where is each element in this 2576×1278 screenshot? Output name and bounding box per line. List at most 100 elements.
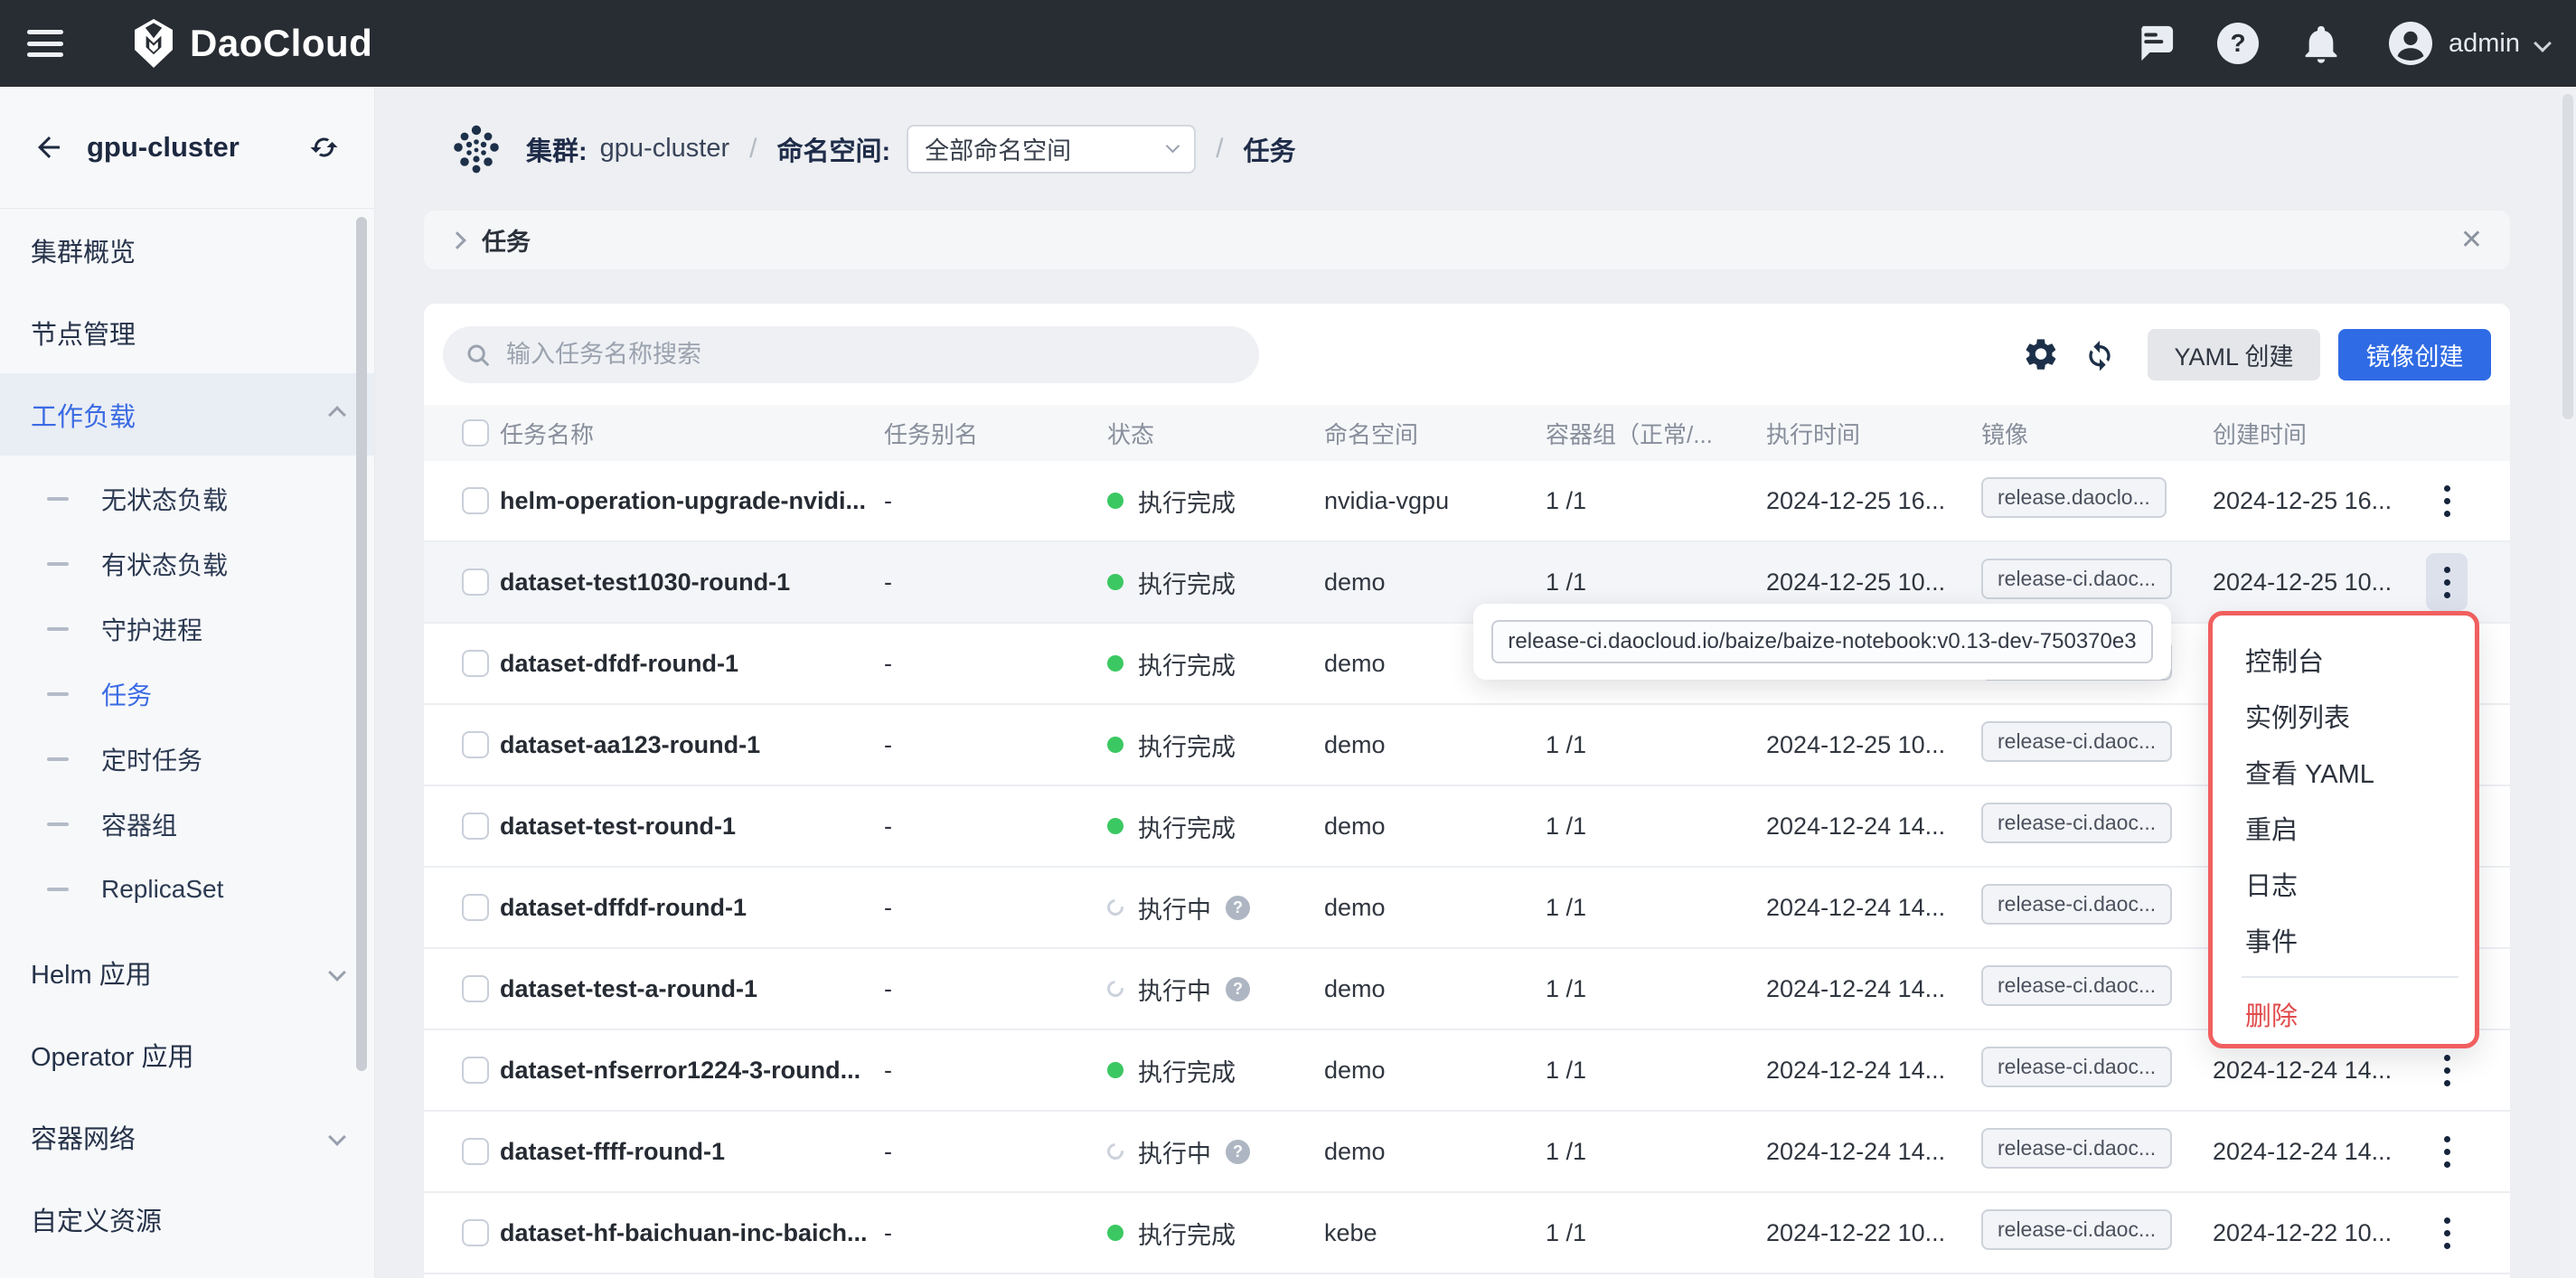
table-row[interactable]: dataset-nfserror1224-3-round...-执行完成demo… <box>424 1030 2510 1112</box>
sidebar-item-3[interactable]: 工作负载 <box>0 373 374 456</box>
status-help-icon[interactable]: ? <box>1226 896 1250 920</box>
brand-logo[interactable]: DaoCloud <box>132 19 372 68</box>
search-input[interactable] <box>506 341 1211 369</box>
row-checkbox[interactable] <box>462 1057 489 1084</box>
row-checkbox[interactable] <box>462 1138 489 1165</box>
image-tag-chip[interactable]: release-ci.daoc... <box>1981 803 2172 843</box>
image-tag-chip[interactable]: release.daoclo... <box>1981 477 2167 518</box>
row-checkbox[interactable] <box>462 813 489 840</box>
sidebar: gpu-cluster 集群概览节点管理工作负载无状态负载有状态负载守护进程任务… <box>0 87 375 1278</box>
image-tag-chip[interactable]: release-ci.daoc... <box>1981 721 2172 762</box>
image-create-button[interactable]: 镜像创建 <box>2338 329 2491 381</box>
row-actions-kebab[interactable] <box>2426 1041 2468 1099</box>
sidebar-item-8[interactable]: 定时任务 <box>0 727 374 792</box>
status-help-icon[interactable]: ? <box>1226 977 1250 1001</box>
task-name[interactable]: dataset-dffdf-round-1 <box>500 894 884 922</box>
table-row[interactable]: dataset-hf-baichuan-inc-baich...-执行完成keb… <box>424 1193 2510 1274</box>
table-row[interactable]: helm-operation-upgrade-nvidi...-执行完成nvid… <box>424 461 2510 542</box>
hamburger-menu-icon[interactable] <box>27 30 63 57</box>
row-actions-kebab[interactable] <box>2426 472 2468 530</box>
sidebar-item-10[interactable]: ReplicaSet <box>0 857 374 922</box>
close-icon[interactable]: ✕ <box>2460 227 2483 254</box>
window-scrollbar-track[interactable] <box>2560 87 2576 1278</box>
row-actions-kebab[interactable] <box>2426 1123 2468 1180</box>
table-body: helm-operation-upgrade-nvidi...-执行完成nvid… <box>424 461 2510 1274</box>
table-row[interactable]: dataset-dfdf-round-1-执行完成demo1 /12024-12… <box>424 624 2510 705</box>
sidebar-item-4[interactable]: 无状态负载 <box>0 466 374 531</box>
task-name[interactable]: helm-operation-upgrade-nvidi... <box>500 487 884 515</box>
menu-item-3[interactable]: 查看 YAML <box>2213 744 2475 800</box>
sidebar-item-14[interactable]: 自定义资源 <box>0 1178 374 1260</box>
table-row[interactable]: dataset-test-round-1-执行完成demo1 /12024-12… <box>424 786 2510 868</box>
yaml-create-button[interactable]: YAML 创建 <box>2148 329 2320 381</box>
status-label: 执行完成 <box>1138 565 1236 600</box>
task-name[interactable]: dataset-ffff-round-1 <box>500 1138 884 1166</box>
sidebar-item-label: 容器网络 <box>31 1118 331 1156</box>
image-tag-chip[interactable]: release-ci.daoc... <box>1981 559 2172 599</box>
namespace-select[interactable]: 全部命名空间 <box>907 125 1196 174</box>
collapsible-panel-header[interactable]: 任务 ✕ <box>424 211 2510 269</box>
task-name[interactable]: dataset-nfserror1224-3-round... <box>500 1057 884 1085</box>
user-menu[interactable]: admin <box>2389 22 2549 65</box>
row-actions-kebab[interactable] <box>2426 553 2468 611</box>
table-row[interactable]: dataset-aa123-round-1-执行完成demo1 /12024-1… <box>424 705 2510 786</box>
sidebar-item-13[interactable]: 容器网络 <box>0 1095 374 1178</box>
image-tag-chip[interactable]: release-ci.daoc... <box>1981 965 2172 1006</box>
table-row[interactable]: dataset-dffdf-round-1-执行中?demo1 /12024-1… <box>424 868 2510 949</box>
sidebar-item-12[interactable]: Operator 应用 <box>0 1013 374 1095</box>
task-list-card: YAML 创建 镜像创建 任务名称任务别名状态命名空间容器组（正常/...执行时… <box>424 304 2510 1278</box>
task-name[interactable]: dataset-aa123-round-1 <box>500 731 884 759</box>
cluster-value[interactable]: gpu-cluster <box>600 134 729 164</box>
sidebar-item-7[interactable]: 任务 <box>0 662 374 727</box>
row-checkbox[interactable] <box>462 731 489 758</box>
row-actions-kebab[interactable] <box>2426 1204 2468 1262</box>
sidebar-scrollbar[interactable] <box>356 217 367 1071</box>
task-name[interactable]: dataset-test1030-round-1 <box>500 569 884 597</box>
task-name[interactable]: dataset-test-round-1 <box>500 813 884 841</box>
pods-cell: 1 /1 <box>1546 1219 1766 1247</box>
search-box[interactable] <box>443 326 1259 383</box>
table-row[interactable]: dataset-ffff-round-1-执行中?demo1 /12024-12… <box>424 1112 2510 1193</box>
sidebar-item-6[interactable]: 守护进程 <box>0 597 374 662</box>
menu-item-2[interactable]: 实例列表 <box>2213 688 2475 744</box>
image-tag-chip[interactable]: release-ci.daoc... <box>1981 1047 2172 1087</box>
row-checkbox[interactable] <box>462 894 489 921</box>
switch-cluster-icon[interactable] <box>307 129 343 165</box>
row-checkbox[interactable] <box>462 975 489 1002</box>
sidebar-item-2[interactable]: 节点管理 <box>0 291 374 373</box>
back-arrow-icon[interactable] <box>31 129 67 165</box>
menu-item-5[interactable]: 日志 <box>2213 856 2475 912</box>
status-help-icon[interactable]: ? <box>1226 1140 1250 1164</box>
task-name[interactable]: dataset-hf-baichuan-inc-baich... <box>500 1219 884 1247</box>
status-cell: 执行中? <box>1107 972 1324 1007</box>
sidebar-item-1[interactable]: 集群概览 <box>0 209 374 291</box>
image-tag-chip[interactable]: release-ci.daoc... <box>1981 1209 2172 1250</box>
row-checkbox[interactable] <box>462 650 489 677</box>
help-icon[interactable]: ? <box>2217 23 2259 64</box>
image-cell: release-ci.daoc... <box>1981 884 2213 931</box>
select-all-checkbox[interactable] <box>462 419 489 446</box>
chat-icon[interactable] <box>2134 23 2176 64</box>
row-checkbox[interactable] <box>462 487 489 514</box>
table-row[interactable]: dataset-test-a-round-1-执行中?demo1 /12024-… <box>424 949 2510 1030</box>
created-time-cell: 2024-12-24 14... <box>2213 1057 2426 1085</box>
task-alias: - <box>884 731 1107 759</box>
image-tag-chip[interactable]: release-ci.daoc... <box>1981 884 2172 925</box>
task-name[interactable]: dataset-test-a-round-1 <box>500 975 884 1003</box>
refresh-icon[interactable] <box>2079 334 2120 375</box>
notification-bell-icon[interactable] <box>2300 23 2342 64</box>
table-settings-gear-icon[interactable] <box>2020 334 2062 375</box>
image-tag-chip[interactable]: release-ci.daoc... <box>1981 1128 2172 1169</box>
window-scrollbar-thumb[interactable] <box>2562 94 2573 419</box>
task-name[interactable]: dataset-dfdf-round-1 <box>500 650 884 678</box>
sidebar-item-9[interactable]: 容器组 <box>0 792 374 857</box>
row-checkbox[interactable] <box>462 569 489 596</box>
menu-item-4[interactable]: 重启 <box>2213 800 2475 856</box>
menu-item-1[interactable]: 控制台 <box>2213 632 2475 688</box>
sidebar-item-11[interactable]: Helm 应用 <box>0 931 374 1013</box>
table-row[interactable]: dataset-test1030-round-1-执行完成demo1 /1202… <box>424 542 2510 624</box>
menu-item-6[interactable]: 事件 <box>2213 912 2475 968</box>
row-checkbox[interactable] <box>462 1219 489 1246</box>
sidebar-item-5[interactable]: 有状态负载 <box>0 531 374 597</box>
menu-item-delete[interactable]: 删除 <box>2213 986 2475 1042</box>
